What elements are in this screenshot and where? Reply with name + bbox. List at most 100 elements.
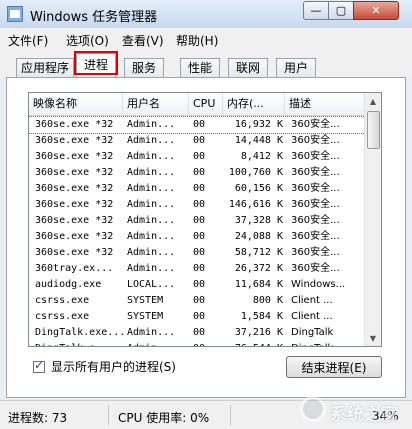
process-memory: 800 K xyxy=(252,295,283,306)
process-row[interactable]: 360se.exe *32 Admin... 00 100,760 K 360安全... xyxy=(29,165,365,181)
list-header: 映像名称 用户名 CPU 内存(... 描述 xyxy=(29,93,365,116)
process-row[interactable]: csrss.exe SYSTEM 00 1,584 K Client ... xyxy=(29,309,365,325)
process-name: 360se.exe *32 xyxy=(35,135,114,146)
show-all-users-label: 显示所有用户的进程(S) xyxy=(51,360,176,374)
process-row[interactable]: DingTalk.exe... Admin... 00 37,216 K DingTal… xyxy=(29,325,365,341)
process-description: Client ... xyxy=(291,295,333,306)
process-user: Admin... xyxy=(127,231,176,242)
tab-performance[interactable]: 性能 xyxy=(180,58,220,77)
process-cpu: 00 xyxy=(193,231,206,242)
column-memory[interactable]: 内存(... xyxy=(223,93,285,115)
process-row[interactable]: 360se.exe *32 Admin... 00 8,412 K 360安全... xyxy=(29,149,365,165)
process-user: Admin... xyxy=(127,119,176,130)
tab-services[interactable]: 服务 xyxy=(124,58,164,77)
process-row[interactable]: csrss.exe SYSTEM 00 800 K Client ... xyxy=(29,293,365,309)
process-memory: 24,088 K xyxy=(234,231,283,242)
process-description: 360安全... xyxy=(291,215,340,226)
process-row[interactable]: 360se.exe *32 Admin... 00 58,712 K 360安全... xyxy=(29,245,365,261)
process-description: 360安全... xyxy=(291,247,340,258)
process-cpu: 00 xyxy=(193,199,206,210)
process-user: Admin... xyxy=(127,327,176,338)
process-description: 360安全... xyxy=(291,231,340,242)
process-cpu: 00 xyxy=(193,151,206,162)
column-user-name[interactable]: 用户名 xyxy=(123,93,189,115)
scrollbar-thumb[interactable] xyxy=(367,111,380,149)
process-cpu: 00 xyxy=(193,311,206,322)
minimize-button[interactable]: — xyxy=(303,1,329,20)
process-cpu: 00 xyxy=(193,119,206,130)
close-button[interactable]: ✕ xyxy=(353,1,399,20)
vertical-scrollbar[interactable]: ▲ ▼ xyxy=(364,93,381,346)
process-description: 360安全... xyxy=(291,151,340,162)
process-memory: 11,684 K xyxy=(234,279,283,290)
window-title: Windows 任务管理器 xyxy=(30,10,158,25)
status-cpu-usage: CPU 使用率: 0% xyxy=(118,411,210,425)
process-list[interactable]: 映像名称 用户名 CPU 内存(... 描述 360se.exe *32 Admi… xyxy=(28,92,382,347)
process-name: audiodg.exe xyxy=(35,279,102,290)
process-user: Admin... xyxy=(127,135,176,146)
process-description: Client ... xyxy=(291,311,333,322)
process-memory: 37,328 K xyxy=(234,215,283,226)
process-memory: 76,544 K xyxy=(223,341,283,346)
process-name: 360se.exe *32 xyxy=(35,151,114,162)
process-memory: 14,448 K xyxy=(234,135,283,146)
process-description: 360安全... xyxy=(291,135,340,146)
process-user: Admin... xyxy=(127,341,189,346)
column-description[interactable]: 描述 xyxy=(285,93,365,115)
menu-options[interactable]: 选项(O) xyxy=(66,32,109,49)
process-row[interactable]: 360se.exe *32 Admin... 00 24,088 K 360安全... xyxy=(29,229,365,245)
down-arrow-icon[interactable]: ▼ xyxy=(365,330,381,346)
process-description: DingTalk xyxy=(291,341,363,346)
process-cpu: 00 xyxy=(193,279,206,290)
column-image-name[interactable]: 映像名称 xyxy=(29,93,123,115)
tab-processes[interactable]: 进程 xyxy=(76,53,116,78)
column-cpu[interactable]: CPU xyxy=(189,93,223,115)
process-memory: 16,932 K xyxy=(234,119,283,130)
process-name: csrss.exe xyxy=(35,311,90,322)
show-all-users-option[interactable]: 显示所有用户的进程(S) xyxy=(33,358,176,375)
process-cpu: 00 xyxy=(193,327,206,338)
process-row[interactable]: audiodg.exe LOCAL... 00 11,684 K Windows... xyxy=(29,277,365,293)
tab-networking[interactable]: 联网 xyxy=(228,58,268,77)
maximize-button[interactable]: ▢ xyxy=(328,1,354,20)
process-cpu: 00 xyxy=(193,183,206,194)
process-description: 360安全... xyxy=(291,263,340,274)
process-name: 360se.exe *32 xyxy=(35,119,114,130)
process-description: Windows... xyxy=(291,279,346,290)
process-row[interactable]: 360se.exe *32 Admin... 00 146,616 K 360安全... xyxy=(29,197,365,213)
process-user: Admin... xyxy=(127,247,176,258)
process-cpu: 00 xyxy=(193,295,206,306)
process-name: 360se.exe *32 xyxy=(35,247,114,258)
watermark-icon xyxy=(300,396,326,422)
process-name: DingTalk.exe... xyxy=(35,327,123,338)
tab-applications[interactable]: 应用程序 xyxy=(16,58,74,77)
process-name: 360se.exe *32 xyxy=(35,183,114,194)
status-divider xyxy=(230,405,231,425)
process-row[interactable]: 360se.exe *32 Admin... 00 14,448 K 360安全... xyxy=(29,133,365,149)
menu-view[interactable]: 查看(V) xyxy=(122,32,164,49)
process-row[interactable]: 360se.exe *32 Admin... 00 16,932 K 360安全... xyxy=(29,116,366,134)
process-user: Admin... xyxy=(127,199,176,210)
process-cpu: 00 xyxy=(193,263,206,274)
watermark-logo: 系统之家 xyxy=(300,392,410,428)
process-row[interactable]: 360tray.ex... Admin... 00 26,372 K 360安全... xyxy=(29,261,365,277)
title-bar[interactable]: Windows 任务管理器 — ▢ ✕ xyxy=(0,0,412,29)
up-arrow-icon[interactable]: ▲ xyxy=(365,93,381,109)
process-memory: 146,616 K xyxy=(228,199,283,210)
process-name: 360se.exe *32 xyxy=(35,199,114,210)
menu-help[interactable]: 帮助(H) xyxy=(176,32,218,49)
process-row[interactable]: DingTalk.e... Admin... 0076,544 K DingTalk xyxy=(29,341,365,346)
process-user: Admin... xyxy=(127,167,176,178)
menu-file[interactable]: 文件(F) xyxy=(8,32,48,49)
process-user: LOCAL... xyxy=(127,279,176,290)
status-process-count: 进程数: 73 xyxy=(8,411,68,425)
end-process-button[interactable]: 结束进程(E) xyxy=(286,356,382,378)
process-cpu: 00 xyxy=(193,167,206,178)
tab-users[interactable]: 用户 xyxy=(276,58,316,77)
process-memory: 8,412 K xyxy=(240,151,283,162)
process-row[interactable]: 360se.exe *32 Admin... 00 60,156 K 360安全... xyxy=(29,181,365,197)
show-all-users-checkbox[interactable] xyxy=(33,358,45,373)
process-name: DingTalk.e... xyxy=(35,341,123,346)
process-row[interactable]: 360se.exe *32 Admin... 00 37,328 K 360安全... xyxy=(29,213,365,229)
process-user: Admin... xyxy=(127,183,176,194)
